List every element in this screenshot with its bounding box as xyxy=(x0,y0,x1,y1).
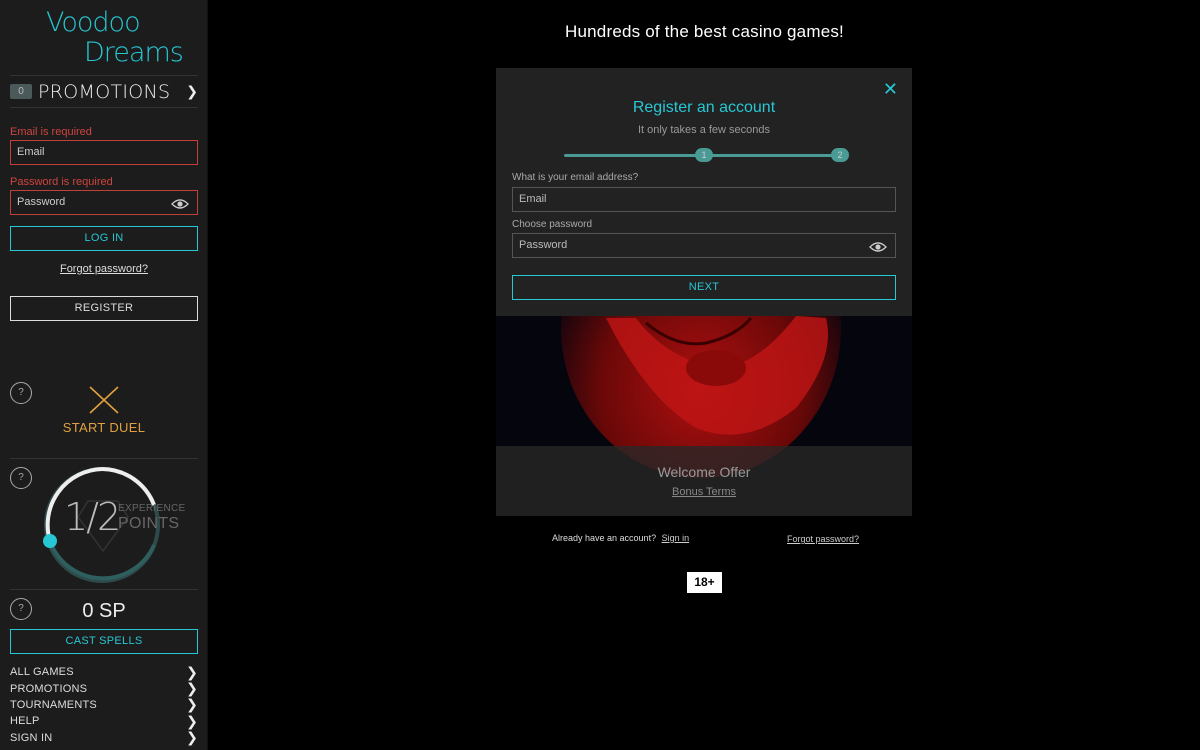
experience-progress-dot xyxy=(43,534,57,548)
crossed-swords-icon[interactable] xyxy=(88,385,120,415)
modal-title: Register an account xyxy=(632,99,776,116)
chevron-right-icon: ❯ xyxy=(186,663,198,680)
promotions-count-badge: 0 xyxy=(10,84,32,99)
sign-in-link[interactable]: Sign in xyxy=(662,533,690,543)
experience-label: EXPERIENCE xyxy=(118,503,186,514)
step-2-indicator: 2 xyxy=(831,148,849,162)
sidebar-password-input[interactable]: Password xyxy=(10,190,198,215)
chevron-right-icon: ❯ xyxy=(186,712,198,729)
welcome-band xyxy=(496,446,912,516)
sidebar-item-tournaments[interactable]: TOURNAMENTS ❯ xyxy=(10,696,198,713)
welcome-offer-title: Welcome Offer xyxy=(657,464,751,480)
register-button[interactable]: REGISTER xyxy=(10,296,198,321)
nav-label: SIGN IN xyxy=(10,731,53,744)
forgot-password-link[interactable]: Forgot password? xyxy=(0,263,208,275)
promotions-label: PROMOTIONS xyxy=(38,80,171,103)
page-headline: Hundreds of the best casino games! xyxy=(565,22,844,41)
password-error: Password is required xyxy=(10,176,113,188)
already-text: Already have an account? xyxy=(552,533,657,543)
register-email-input[interactable]: Email xyxy=(512,187,896,212)
points-label: POINTS xyxy=(118,515,180,532)
register-password-input[interactable]: Password xyxy=(512,233,896,258)
promotions-row[interactable]: 0 PROMOTIONS ❯ xyxy=(10,75,198,108)
nav-label: ALL GAMES xyxy=(10,666,74,679)
sidebar-item-help[interactable]: HELP ❯ xyxy=(10,713,198,729)
sidebar-password-placeholder: Password xyxy=(17,196,66,208)
password-field-label: Choose password xyxy=(512,219,593,230)
close-icon[interactable]: ✕ xyxy=(883,80,898,98)
voodoo-dreams-logo[interactable]: Voodoo Dreams xyxy=(46,7,184,68)
email-error: Email is required xyxy=(10,126,92,138)
modal-subtitle: It only takes a few seconds xyxy=(637,124,771,136)
register-modal: ✕ Register an account It only takes a fe… xyxy=(496,68,912,316)
experience-help-icon[interactable]: ? xyxy=(10,467,32,489)
chevron-right-icon: ❯ xyxy=(186,729,198,746)
nav-label: PROMOTIONS xyxy=(10,682,88,695)
sidebar-item-sign-in[interactable]: SIGN IN ❯ xyxy=(10,729,198,746)
forgot-password-link-main[interactable]: Forgot password? xyxy=(787,534,859,544)
nav-label: TOURNAMENTS xyxy=(10,698,97,711)
sidebar-nav: ALL GAMES ❯ PROMOTIONS ❯ TOURNAMENTS ❯ H… xyxy=(10,664,198,746)
cast-spells-button[interactable]: CAST SPELLS xyxy=(10,629,198,654)
chevron-right-icon: ❯ xyxy=(186,696,198,713)
email-field-label: What is your email address? xyxy=(512,172,639,183)
sidebar-item-all-games[interactable]: ALL GAMES ❯ xyxy=(10,664,198,680)
next-button[interactable]: NEXT xyxy=(512,275,896,300)
divider xyxy=(10,589,198,590)
sidebar: Voodoo Dreams 0 PROMOTIONS ❯ Email is re… xyxy=(0,0,208,750)
show-password-eye-icon[interactable] xyxy=(869,239,887,262)
chevron-right-icon: ❯ xyxy=(186,83,198,99)
sidebar-email-input[interactable]: Email xyxy=(10,140,198,165)
log-in-button[interactable]: LOG IN xyxy=(10,226,198,251)
already-have-account: Already have an account? Sign in xyxy=(552,533,689,543)
age-restriction-badge: 18+ xyxy=(687,572,722,593)
logo-line-1: Voodoo xyxy=(46,7,141,38)
show-password-eye-icon[interactable] xyxy=(171,196,189,219)
logo-line-2: Dreams xyxy=(84,37,184,68)
chevron-right-icon: ❯ xyxy=(186,680,198,697)
nav-label: HELP xyxy=(10,715,40,728)
start-duel-label[interactable]: START DUEL xyxy=(0,420,208,435)
registration-stepper: 1 2 xyxy=(564,148,852,164)
spell-points-value: 0 SP xyxy=(82,600,126,622)
register-password-placeholder: Password xyxy=(519,239,568,251)
duel-help-icon[interactable]: ? xyxy=(10,382,32,404)
bonus-terms-link[interactable]: Bonus Terms xyxy=(496,486,912,498)
sidebar-item-promotions[interactable]: PROMOTIONS ❯ xyxy=(10,680,198,696)
divider xyxy=(10,458,198,459)
step-1-indicator: 1 xyxy=(695,148,713,162)
experience-value: 1/2 xyxy=(64,495,121,539)
